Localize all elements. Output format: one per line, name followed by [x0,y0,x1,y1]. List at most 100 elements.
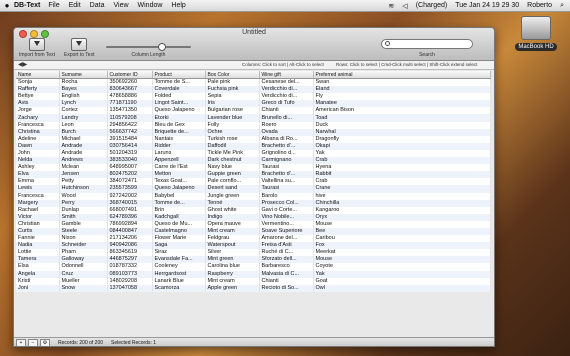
table-row[interactable]: Christian Gamble 786992894 Queso de Mu... Op… [16,220,491,228]
table-row[interactable]: Adeline Michael 391515484 Nantais Turkish ro… [16,135,491,143]
menu-view[interactable]: View [113,2,128,9]
cell-surname[interactable]: Landry [59,114,108,122]
table-row[interactable]: Joni Snow 137047058 Scamorza Apple green Reci… [16,284,491,292]
cell-product[interactable]: Lingot Saint... [152,100,206,108]
cell-customer-id[interactable]: 137047058 [107,284,153,292]
cell-name[interactable]: John [16,149,60,158]
column-header-box-color[interactable]: Box Color [205,71,260,79]
cell-wine-gift[interactable]: Brachetto d'... [259,171,314,179]
cell-box-color[interactable]: Lavender blue [205,114,260,122]
cell-preferred-animal[interactable]: hive [313,192,491,200]
column-header-name[interactable]: Name [16,71,60,79]
cell-product[interactable]: Etorki [152,114,206,122]
table-row[interactable]: Angela Cruz 089103773 Herrgardsost Raspberry… [16,270,491,278]
table-row[interactable]: Emma Petty 384072471 Texas Goat... Pale corn… [16,178,491,186]
volume-icon[interactable]: ◁ [402,2,407,10]
cell-customer-id[interactable]: 135471350 [107,107,153,115]
cell-name[interactable]: Avis [16,100,60,108]
cell-name[interactable]: Adeline [16,135,60,143]
cell-name[interactable]: Ashley [16,164,60,172]
cell-customer-id[interactable]: 030756414 [107,142,153,150]
spotlight-icon[interactable]: ⌕ [560,2,564,10]
menubar-user[interactable]: Roberto [527,2,552,9]
cell-product[interactable]: Briquette de... [152,128,206,136]
cell-surname[interactable]: Michael [59,135,108,143]
cell-preferred-animal[interactable]: Duck [313,121,491,129]
cell-customer-id[interactable]: 668007491 [107,206,153,214]
cell-preferred-animal[interactable]: Dragonfly [313,135,491,143]
cell-name[interactable]: Christina [16,128,60,136]
cell-customer-id[interactable]: 940942086 [107,242,153,250]
cell-wine-gift[interactable]: Brunello di... [259,114,314,122]
cell-surname[interactable]: Burch [59,128,108,136]
cell-surname[interactable]: Jensen [59,171,108,179]
battery-status[interactable]: (Charged) [416,2,448,9]
table-row[interactable]: Bettye English 478658886 Folded Sepia Verdicc… [16,93,491,101]
cell-box-color[interactable]: Mint green [205,256,260,264]
cell-wine-gift[interactable]: Taurasi [259,164,314,172]
cell-preferred-animal[interactable]: Toad [313,114,491,122]
cell-product[interactable]: Appenzell [152,157,206,165]
table-row[interactable]: Elva Jensen 802475202 Metton Guppie green Bra… [16,171,491,179]
menu-window[interactable]: Window [138,2,163,9]
table-row[interactable]: Victor Smith 624789396 Kadchgall Indigo Vino … [16,213,491,221]
cell-customer-id[interactable]: 830643667 [107,86,153,94]
cell-product[interactable]: Queso Jalapeno [152,185,206,193]
cell-preferred-animal[interactable]: Crane [313,185,491,193]
cell-customer-id[interactable]: 350692260 [107,78,153,87]
cell-wine-gift[interactable]: Cesanese del... [259,78,314,87]
cell-customer-id[interactable]: 217134206 [107,235,153,243]
cell-customer-id[interactable]: 391515484 [107,135,153,143]
cell-box-color[interactable]: Indigo [205,213,260,221]
cell-surname[interactable]: Galloway [59,256,108,264]
cell-surname[interactable]: Andrade [59,142,108,150]
cell-product[interactable]: Herrgardsost [152,270,206,278]
cell-surname[interactable]: Cruz [59,270,108,278]
cell-wine-gift[interactable]: Verdicchio di... [259,93,314,101]
cell-name[interactable]: Rachael [16,206,60,214]
table-row[interactable]: Rafferty Bayes 830643667 Coverdale Fuchsia p… [16,86,491,94]
cell-surname[interactable]: Schneider [59,242,108,250]
cell-box-color[interactable]: Pale cornflo... [205,178,260,186]
cell-box-color[interactable]: Silver [205,249,260,257]
cell-surname[interactable]: Snow [59,284,108,292]
cell-surname[interactable]: Petty [59,178,108,186]
cell-surname[interactable]: Mueller [59,277,108,285]
cell-box-color[interactable]: Ghost white [205,206,260,214]
cell-product[interactable]: Babybel [152,192,206,200]
cell-surname[interactable]: Mclean [59,164,108,172]
cell-product[interactable]: Scamorza [152,284,206,292]
cell-preferred-animal[interactable]: Coyote [313,263,491,271]
cell-surname[interactable]: Cortez [59,107,108,115]
cell-customer-id[interactable]: 084400847 [107,227,153,236]
cell-name[interactable]: Nelda [16,157,60,165]
cell-preferred-animal[interactable]: Meerkat [313,249,491,257]
table-row[interactable]: Avis Lynch 771871190 Lingot Saint... Iris Gre… [16,100,491,108]
cell-product[interactable]: Bleu de Gex [152,121,206,129]
cell-name[interactable]: Curtis [16,227,60,236]
cell-preferred-animal[interactable]: Bee [313,227,491,236]
cell-name[interactable]: Tamera [16,256,60,264]
search-input[interactable] [381,39,473,49]
cell-name[interactable]: Sonja [16,78,60,87]
cell-preferred-animal[interactable]: Kangaroo [313,206,491,214]
cell-box-color[interactable]: Opera mauve [205,220,260,228]
cell-product[interactable]: Folded [152,93,206,101]
cell-preferred-animal[interactable]: Oryx [313,213,491,221]
cell-preferred-animal[interactable]: Caribou [313,235,491,243]
cell-preferred-animal[interactable]: Eland [313,86,491,94]
cell-wine-gift[interactable]: Ovada [259,128,314,136]
cell-customer-id[interactable]: 501204319 [107,149,153,158]
cell-preferred-animal[interactable]: Yak [313,270,491,278]
cell-name[interactable]: Dawn [16,142,60,150]
cell-wine-gift[interactable]: Roero [259,121,314,129]
menu-help[interactable]: Help [171,2,185,9]
table-row[interactable]: Nelda Andrews 383533040 Appenzell Dark chest… [16,157,491,165]
column-header-customer-id[interactable]: Customer ID [107,71,153,79]
slider-knob[interactable] [158,43,166,51]
cell-name[interactable]: Emma [16,178,60,186]
cell-box-color[interactable]: Navy blue [205,164,260,172]
cell-wine-gift[interactable]: Taurasi [259,185,314,193]
cell-box-color[interactable]: Guppie green [205,171,260,179]
cell-box-color[interactable]: Ochre [205,128,260,136]
